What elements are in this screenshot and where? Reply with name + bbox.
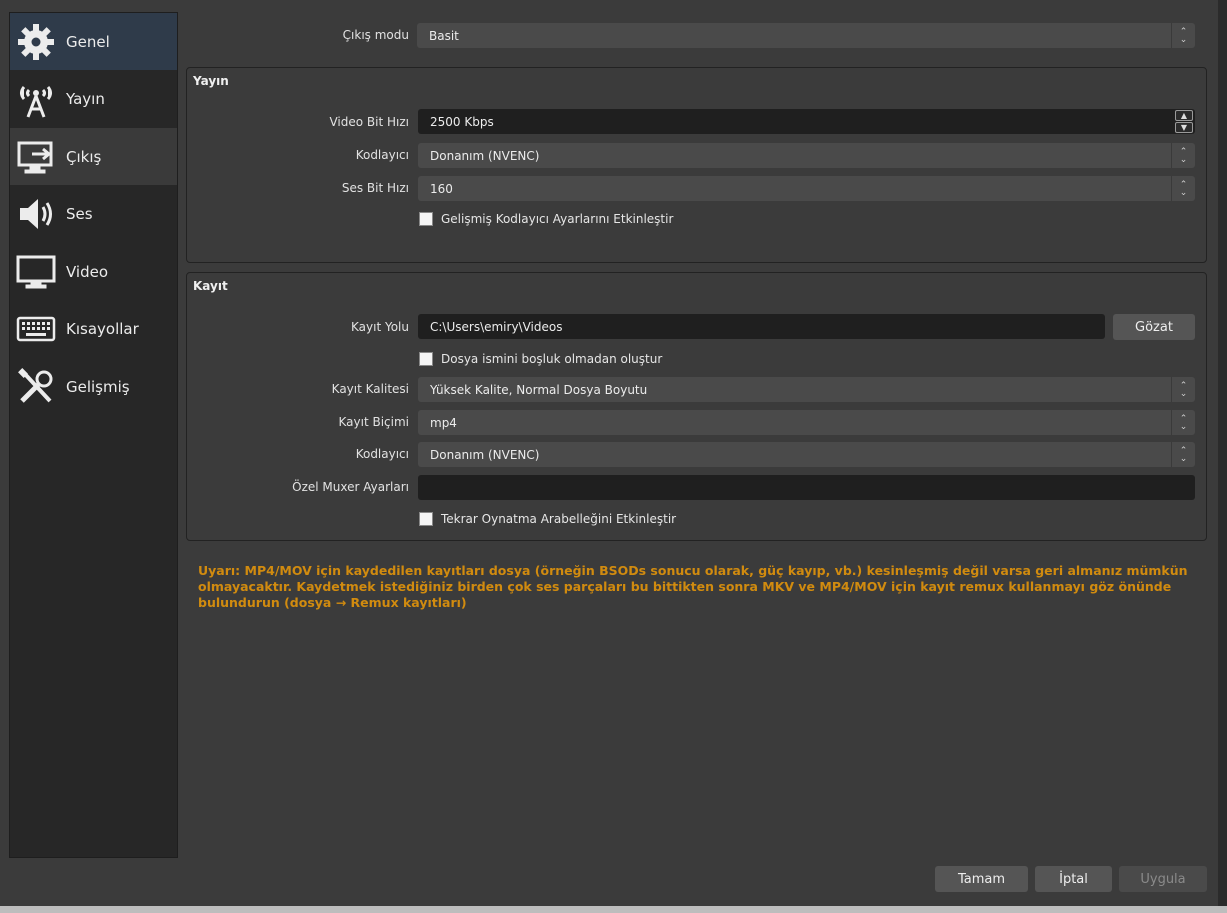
video-bitrate-value: 2500 Kbps <box>430 114 494 129</box>
chevron-updown-icon: ⌃ ⌄ <box>1171 23 1195 48</box>
stream-encoder-label: Kodlayıcı <box>355 148 409 162</box>
output-mode-select[interactable]: Basit ⌃ ⌄ <box>417 23 1195 48</box>
output-mode-label: Çıkış modu <box>342 28 409 42</box>
recording-encoder-value: Donanım (NVENC) <box>430 447 540 462</box>
broadcast-antenna-icon <box>14 77 58 121</box>
tools-icon <box>14 365 58 409</box>
chevron-updown-icon: ⌃ ⌄ <box>1171 377 1195 402</box>
sidebar-item-label: Ses <box>66 204 93 223</box>
recording-format-value: mp4 <box>430 415 457 430</box>
no-space-filename-label: Dosya ismini boşluk olmadan oluştur <box>441 352 663 366</box>
no-space-filename-checkbox[interactable]: Dosya ismini boşluk olmadan oluştur <box>419 352 662 366</box>
browse-button[interactable]: Gözat <box>1113 314 1195 340</box>
output-monitor-icon <box>14 135 58 179</box>
recording-quality-select[interactable]: Yüksek Kalite, Normal Dosya Boyutu ⌃ ⌄ <box>418 377 1195 402</box>
recording-encoder-select[interactable]: Donanım (NVENC) ⌃ ⌄ <box>418 442 1195 467</box>
muxer-settings-label: Özel Muxer Ayarları <box>292 480 409 494</box>
audio-bitrate-select[interactable]: 160 ⌃ ⌄ <box>418 176 1195 201</box>
recording-path-label: Kayıt Yolu <box>351 320 409 334</box>
stream-encoder-select[interactable]: Donanım (NVENC) ⌃ ⌄ <box>418 143 1195 168</box>
chevron-updown-icon: ⌃ ⌄ <box>1171 410 1195 435</box>
output-mode-value: Basit <box>429 28 459 43</box>
chevron-updown-icon: ⌃ ⌄ <box>1171 143 1195 168</box>
apply-button[interactable]: Uygula <box>1119 866 1207 892</box>
recording-quality-label: Kayıt Kalitesi <box>331 382 409 396</box>
recording-group: Kayıt <box>186 272 1207 541</box>
audio-bitrate-value: 160 <box>430 181 453 196</box>
recording-path-input[interactable]: C:\Users\emiry\Videos <box>418 314 1105 339</box>
checkbox-box[interactable] <box>419 352 433 366</box>
audio-bitrate-label: Ses Bit Hızı <box>341 181 409 195</box>
recording-format-select[interactable]: mp4 ⌃ ⌄ <box>418 410 1195 435</box>
checkbox-box[interactable] <box>419 212 433 226</box>
sidebar-item-label: Yayın <box>66 89 105 108</box>
background-window-bottom <box>0 906 1227 913</box>
sidebar-item-label: Genel <box>66 32 110 51</box>
advanced-encoder-checkbox-label: Gelişmiş Kodlayıcı Ayarlarını Etkinleşti… <box>441 212 674 226</box>
muxer-settings-input[interactable] <box>418 475 1195 500</box>
spin-down-icon[interactable]: ▼ <box>1175 122 1193 133</box>
video-bitrate-spinbox[interactable]: 2500 Kbps ▲ ▼ <box>418 109 1195 134</box>
spin-up-icon[interactable]: ▲ <box>1175 110 1193 121</box>
replay-buffer-label: Tekrar Oynatma Arabelleğini Etkinleştir <box>441 512 677 526</box>
monitor-icon <box>14 250 58 294</box>
settings-window: Genel Yayın Çıkış Ses Video Kısayollar G… <box>0 0 1218 906</box>
recording-path-value: C:\Users\emiry\Videos <box>430 319 563 334</box>
gear-icon <box>14 20 58 64</box>
cancel-button[interactable]: İptal <box>1035 866 1112 892</box>
settings-sidebar: Genel Yayın Çıkış Ses Video Kısayollar G… <box>9 12 178 858</box>
streaming-group-title: Yayın <box>193 74 229 88</box>
sidebar-item-label: Video <box>66 262 109 281</box>
replay-buffer-checkbox[interactable]: Tekrar Oynatma Arabelleğini Etkinleştir <box>419 512 676 526</box>
stream-encoder-value: Donanım (NVENC) <box>430 148 540 163</box>
recording-format-label: Kayıt Biçimi <box>338 415 410 429</box>
speaker-icon <box>14 192 58 236</box>
chevron-updown-icon: ⌃ ⌄ <box>1171 176 1195 201</box>
background-window-edge <box>1218 0 1227 913</box>
chevron-updown-icon: ⌃ ⌄ <box>1171 442 1195 467</box>
sidebar-item-label: Çıkış <box>66 147 102 166</box>
video-bitrate-label: Video Bit Hızı <box>329 115 409 129</box>
keyboard-icon <box>14 307 58 351</box>
recording-quality-value: Yüksek Kalite, Normal Dosya Boyutu <box>430 382 648 397</box>
checkbox-box[interactable] <box>419 512 433 526</box>
mp4-warning-text: Uyarı: MP4/MOV için kaydedilen kayıtları… <box>198 563 1188 610</box>
ok-button[interactable]: Tamam <box>935 866 1028 892</box>
recording-group-title: Kayıt <box>193 279 228 293</box>
recording-encoder-label: Kodlayıcı <box>355 447 409 461</box>
advanced-encoder-checkbox[interactable]: Gelişmiş Kodlayıcı Ayarlarını Etkinleşti… <box>419 212 673 226</box>
sidebar-item-video[interactable]: Video <box>10 243 177 300</box>
